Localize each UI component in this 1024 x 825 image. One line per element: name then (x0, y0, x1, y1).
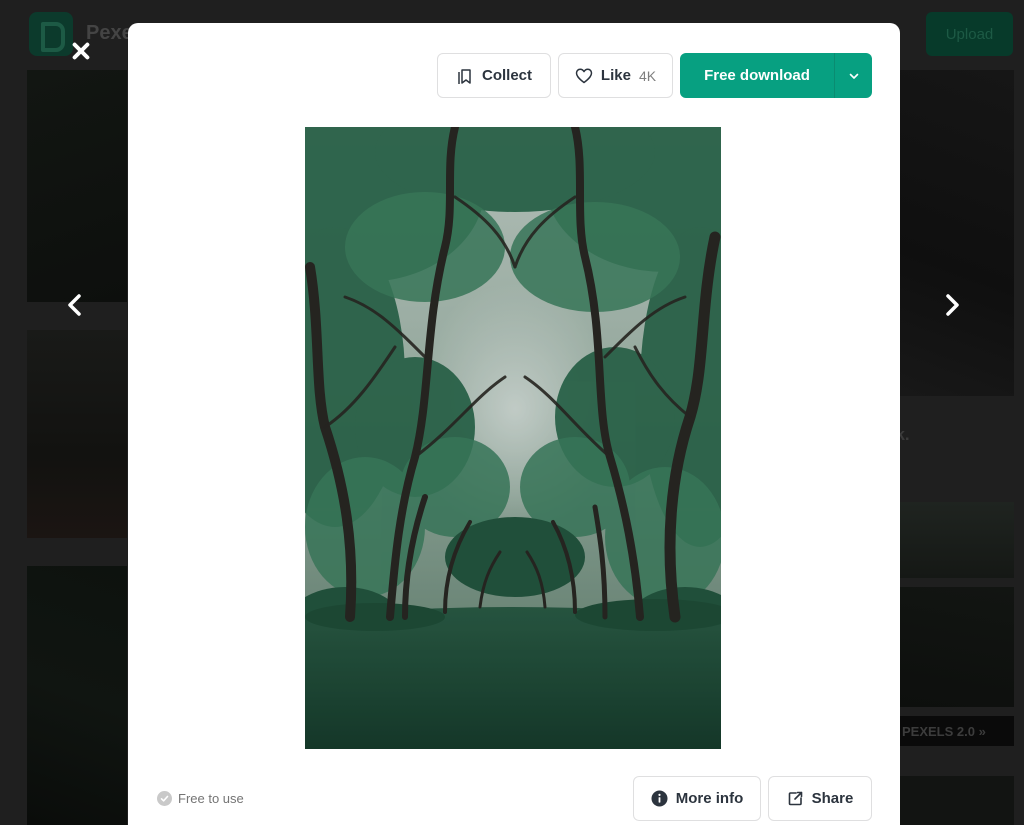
download-options-button[interactable] (835, 53, 872, 98)
photo-tile (900, 502, 1014, 578)
external-link-icon (788, 791, 802, 806)
photo-tile (27, 566, 127, 825)
previous-photo-button[interactable] (58, 288, 92, 322)
heart-icon (575, 68, 593, 83)
forest-photo (305, 127, 721, 749)
chevron-down-icon (849, 73, 858, 79)
promo-banner: PEXELS 2.0 » (900, 716, 1014, 746)
free-download-button[interactable]: Free download (680, 53, 872, 98)
photo-tile (900, 587, 1014, 707)
info-icon (651, 790, 668, 807)
like-button[interactable]: Like 4K (558, 53, 673, 98)
more-info-label: More info (675, 790, 744, 807)
chevron-left-icon (68, 294, 81, 316)
chevron-right-icon (946, 294, 959, 316)
more-info-button[interactable]: More info (633, 776, 761, 821)
next-photo-button[interactable] (935, 288, 969, 322)
photo-preview[interactable] (305, 127, 721, 749)
photo-modal: Collect Like 4K Free download Free to us… (128, 23, 900, 825)
like-label: Like (600, 67, 631, 84)
free-to-use-badge: Free to use (157, 791, 244, 806)
close-icon[interactable] (66, 36, 96, 66)
collect-label: Collect (481, 67, 532, 84)
photo-tile (27, 330, 127, 538)
photo-tile (900, 70, 1014, 396)
collect-button[interactable]: Collect (437, 53, 551, 98)
bookmark-icon (458, 68, 471, 84)
check-circle-icon (157, 791, 172, 806)
photo-tile (900, 776, 1014, 825)
free-download-label[interactable]: Free download (680, 53, 835, 98)
like-count: 4K (638, 67, 657, 84)
upload-button: Upload (926, 12, 1013, 56)
photo-tile (27, 70, 127, 302)
share-label: Share (811, 790, 854, 807)
share-button[interactable]: Share (768, 776, 872, 821)
free-to-use-label: Free to use (178, 791, 244, 806)
